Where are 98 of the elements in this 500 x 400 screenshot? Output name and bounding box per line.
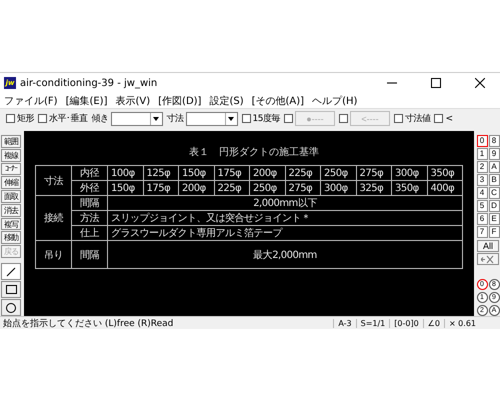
table-cell: 125φ [143, 166, 178, 180]
table-cell: 225φ [214, 180, 250, 196]
row-label-cell: 方法 [72, 210, 108, 226]
checkbox[interactable] [242, 114, 250, 123]
layer-button[interactable]: 8 [488, 135, 500, 147]
menu-item[interactable]: [作図(D)] [158, 94, 202, 108]
layer-button[interactable]: 4 [476, 187, 488, 199]
table-cell: 275φ [285, 180, 320, 196]
table-cell: グラスウールダクト専用アルミ箔テープ [108, 226, 462, 240]
tool-button[interactable]: 移動 [1, 231, 21, 244]
layer-button[interactable]: 6 [476, 213, 488, 225]
menu-item[interactable]: 設定(S) [209, 94, 244, 108]
group-cell: 接続 [36, 196, 72, 240]
checkbox[interactable] [434, 114, 444, 123]
status-field: S=1/1 [356, 318, 390, 328]
layer-button[interactable]: C [488, 187, 500, 199]
menu-item[interactable]: ファイル(F) [4, 94, 58, 108]
menu-item[interactable]: [編集(E)] [66, 94, 108, 108]
table-cell: 300φ [392, 166, 427, 180]
group-cell: 寸法 [36, 166, 72, 196]
table-cell: 275φ [356, 166, 392, 180]
window-title: air-conditioning-39 - jw_win [20, 78, 158, 88]
table-cell: 250φ [250, 180, 285, 196]
row-label-cell: 仕上 [72, 226, 108, 240]
checkbox-label: 15度毎 [252, 112, 280, 125]
table-cell: 350φ [392, 180, 427, 196]
checkbox-label: < [445, 114, 452, 124]
status-field: [0-0]0 [389, 318, 423, 328]
table-cell: 300φ [320, 180, 356, 196]
checkbox[interactable] [394, 114, 403, 123]
layer-button[interactable]: 2 [476, 161, 488, 173]
minimize-icon [387, 82, 397, 84]
checkbox-label: 水平･垂直 [49, 112, 88, 125]
combo-box[interactable] [110, 112, 162, 126]
layer-button[interactable]: 7 [476, 226, 488, 238]
layer-toggle-button[interactable] [477, 253, 499, 265]
table-cell: 200φ [250, 166, 285, 180]
table-cell: 325φ [356, 180, 392, 196]
rectangle-icon [6, 285, 16, 294]
all-layers-button[interactable]: All [477, 240, 499, 252]
status-field: × 0.61 [444, 318, 480, 328]
row-label-cell: 間隔 [72, 196, 108, 210]
field-label: 寸法 [166, 112, 184, 125]
table-cell: 175φ [143, 180, 178, 196]
table-cell: 250φ [320, 166, 356, 180]
tool-button[interactable]: 範囲 [1, 135, 21, 148]
table-cell: 2,000mm以下 [108, 196, 462, 210]
tool-button[interactable]: 面取 [1, 190, 21, 203]
status-message: 始点を指示してください (L)free (R)Read [3, 318, 174, 329]
row-label-cell: 間隔 [72, 240, 108, 268]
checkbox[interactable] [6, 114, 15, 123]
table-cell: 150φ [108, 180, 143, 196]
status-field: ∠0 [422, 318, 444, 328]
draw-tool-button[interactable] [1, 263, 21, 280]
menu-item[interactable]: 表示(V) [116, 94, 150, 108]
checkbox-label: 寸法値 [404, 112, 430, 125]
cross-arrow-icon [481, 254, 495, 264]
table-cell: 150φ [178, 166, 214, 180]
table-cell: 350φ [427, 166, 462, 180]
table-cell: 400φ [427, 180, 462, 196]
checkbox[interactable] [38, 114, 47, 123]
maximize-icon [431, 78, 441, 88]
table-cell: 175φ [214, 166, 250, 180]
layer-button[interactable]: 9 [488, 148, 500, 160]
group-cell: 吊り [36, 240, 72, 268]
draw-tool-button[interactable] [1, 281, 21, 298]
layer-button[interactable]: 0 [476, 135, 488, 147]
tool-button[interactable]: ｺｰﾅｰ [1, 162, 21, 176]
field-label: 傾き [92, 113, 108, 125]
tool-button[interactable]: 伸縮 [1, 176, 21, 189]
table-cell: スリップジョイント、又は突合せジョイント＊ [108, 210, 462, 226]
layer-button[interactable]: 5 [476, 200, 488, 212]
row-label-cell: 内径 [72, 166, 108, 180]
checkbox-label: 矩形 [17, 112, 34, 125]
layer-button[interactable]: A [488, 161, 500, 173]
layer-button[interactable]: 3 [476, 174, 488, 186]
tool-button[interactable]: 消去 [1, 204, 21, 216]
layer-button[interactable]: F [488, 226, 500, 238]
row-label-cell: 外径 [72, 180, 108, 196]
layer-button[interactable]: E [488, 213, 500, 225]
tool-button[interactable]: 複写 [1, 218, 21, 230]
table-cell: 225φ [285, 166, 320, 180]
close-icon [475, 78, 485, 88]
layer-button[interactable]: 1 [476, 148, 488, 160]
table-cell: 最大2,000mm [108, 240, 462, 268]
menu-item[interactable]: [その他(A)] [252, 94, 304, 108]
menu-item[interactable]: ヘルプ(H) [312, 94, 358, 108]
tool-button[interactable]: 複線 [1, 148, 21, 162]
table-title: 表１ 円形ダクトの施工基準 [189, 146, 319, 159]
table-cell: 100φ [108, 166, 143, 180]
layer-button[interactable]: D [488, 200, 500, 212]
circle-icon [6, 302, 16, 313]
table-cell: 200φ [178, 180, 214, 196]
draw-tool-button[interactable] [1, 299, 21, 316]
line-icon [6, 266, 16, 277]
status-field: A-3 [333, 318, 356, 328]
layer-button[interactable]: B [488, 174, 500, 186]
combo-box[interactable] [186, 112, 238, 126]
